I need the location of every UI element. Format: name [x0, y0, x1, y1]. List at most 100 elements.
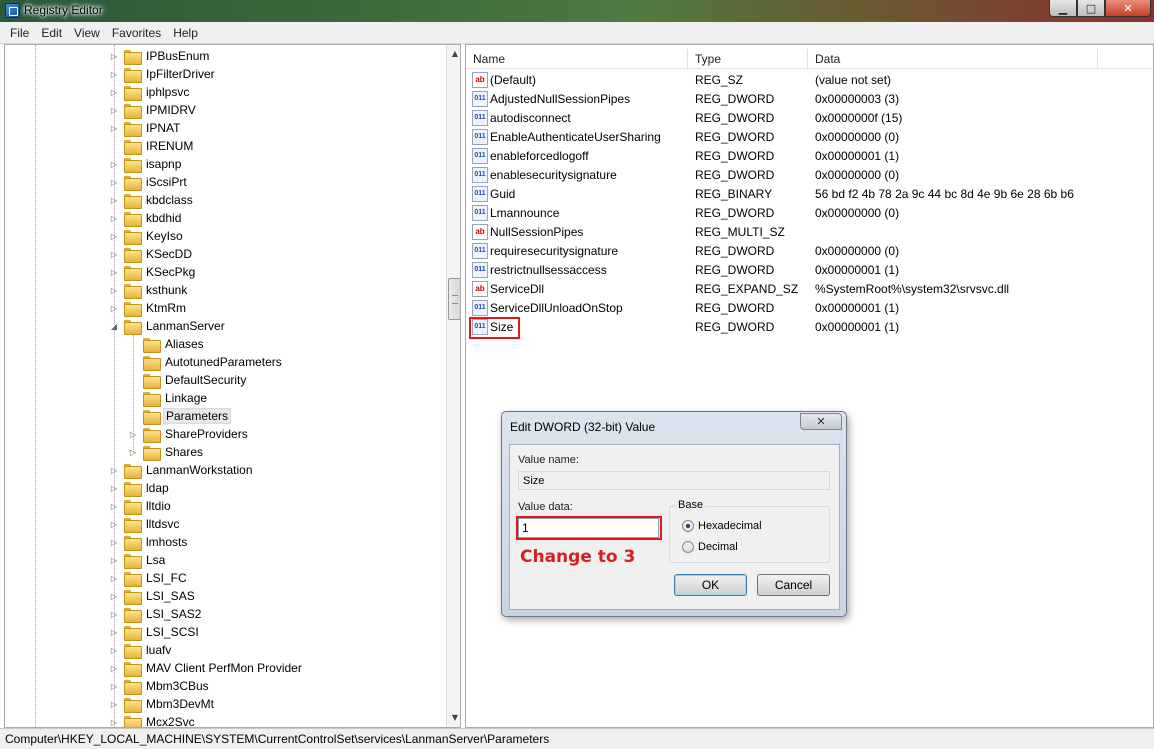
value-row[interactable]: 011 ServiceDllUnloadOnStop REG_DWORD 0x0000… — [466, 299, 1153, 318]
tree-item[interactable]: ▷ kbdhid — [109, 209, 183, 227]
tree-item[interactable]: ▷ iScsiPrt — [109, 173, 189, 191]
tree-item[interactable]: ▷ LSI_FC — [109, 569, 189, 587]
tree-item[interactable]: ▷ isapnp — [109, 155, 183, 173]
expand-arrow-icon[interactable]: ▷ — [109, 609, 119, 619]
tree-item[interactable]: Parameters — [128, 407, 232, 425]
tree-item[interactable]: Aliases — [128, 335, 206, 353]
expand-arrow-icon[interactable]: ▷ — [109, 231, 119, 241]
tree-item[interactable]: ▷ lmhosts — [109, 533, 189, 551]
menu-favorites[interactable]: Favorites — [106, 26, 167, 40]
tree-item[interactable]: ▷ Shares — [128, 443, 205, 461]
expand-arrow-icon[interactable]: ▷ — [109, 105, 119, 115]
tree-item[interactable]: ▷ kbdclass — [109, 191, 195, 209]
value-row[interactable]: 011 Guid REG_BINARY 56 bd f2 4b 78 2a 9c 44… — [466, 185, 1153, 204]
expand-arrow-icon[interactable]: ▷ — [109, 573, 119, 583]
menu-edit[interactable]: Edit — [35, 26, 68, 40]
menu-file[interactable]: File — [4, 26, 35, 40]
tree-item[interactable]: ▷ LSI_SCSI — [109, 623, 201, 641]
tree-item[interactable]: ▷ lltdsvc — [109, 515, 181, 533]
tree-item[interactable]: ▷ ksthunk — [109, 281, 189, 299]
tree-item[interactable]: ▷ KeyIso — [109, 227, 185, 245]
column-header-name[interactable]: Name — [466, 49, 688, 69]
expand-arrow-icon[interactable]: ▷ — [109, 87, 119, 97]
expand-arrow-icon[interactable]: ▷ — [109, 501, 119, 511]
expand-arrow-icon[interactable]: ▷ — [109, 555, 119, 565]
expand-arrow-icon[interactable]: ▷ — [109, 681, 119, 691]
tree-item[interactable]: ◢ LanmanServer — [109, 317, 227, 335]
expand-arrow-icon[interactable]: ▷ — [128, 429, 138, 439]
expand-arrow-icon[interactable]: ▷ — [109, 249, 119, 259]
expand-arrow-icon[interactable]: ▷ — [109, 465, 119, 475]
minimize-button[interactable]: ▁ — [1049, 0, 1077, 17]
value-row[interactable]: 011 AdjustedNullSessionPipes REG_DWORD 0x00… — [466, 90, 1153, 109]
tree-item[interactable]: ▷ luafv — [109, 641, 173, 659]
expand-arrow-icon[interactable]: ▷ — [109, 699, 119, 709]
radio-hexadecimal[interactable]: Hexadecimal — [682, 518, 842, 534]
tree-item[interactable]: AutotunedParameters — [128, 353, 284, 371]
value-row[interactable]: 011 autodisconnect REG_DWORD 0x0000000f (15… — [466, 109, 1153, 128]
tree-item[interactable]: ▷ LSI_SAS — [109, 587, 197, 605]
scroll-down-arrow-icon[interactable]: ▼ — [447, 709, 460, 725]
tree-item[interactable]: ▷ Mbm3DevMt — [109, 695, 216, 713]
tree-vertical-scrollbar[interactable]: ▲ ▼ — [446, 45, 460, 727]
tree-item[interactable]: IRENUM — [109, 137, 195, 155]
value-row[interactable]: 011 requiresecuritysignature REG_DWORD 0x00… — [466, 242, 1153, 261]
column-header-type[interactable]: Type — [688, 49, 808, 69]
tree-item[interactable]: ▷ ShareProviders — [128, 425, 250, 443]
tree-item[interactable]: ▷ Mbm3CBus — [109, 677, 211, 695]
column-header-data[interactable]: Data — [808, 49, 1098, 69]
value-row[interactable]: ab (Default) REG_SZ (value not set) — [466, 71, 1153, 90]
expand-arrow-icon[interactable]: ▷ — [109, 627, 119, 637]
tree-item[interactable]: ▷ KSecPkg — [109, 263, 197, 281]
menu-help[interactable]: Help — [167, 26, 204, 40]
expand-arrow-icon[interactable]: ▷ — [109, 213, 119, 223]
tree-item[interactable]: ▷ LSI_SAS2 — [109, 605, 203, 623]
tree-item[interactable]: ▷ Lsa — [109, 551, 167, 569]
expand-arrow-icon[interactable]: ▷ — [109, 69, 119, 79]
tree-item[interactable]: Linkage — [128, 389, 209, 407]
tree-item[interactable]: ▷ iphlpsvc — [109, 83, 191, 101]
expand-arrow-icon[interactable]: ▷ — [109, 663, 119, 673]
cancel-button[interactable]: Cancel — [757, 574, 830, 596]
value-row[interactable]: 011 Size REG_DWORD 0x00000001 (1) — [466, 318, 1153, 337]
expand-arrow-icon[interactable]: ▷ — [109, 717, 119, 727]
expand-arrow-icon[interactable]: ▷ — [109, 645, 119, 655]
value-row[interactable]: 011 enableforcedlogoff REG_DWORD 0x00000001… — [466, 147, 1153, 166]
dialog-close-button[interactable]: ✕ — [800, 413, 842, 430]
tree-item[interactable]: ▷ IPNAT — [109, 119, 182, 137]
expand-arrow-icon[interactable]: ▷ — [109, 159, 119, 169]
radio-decimal[interactable]: Decimal — [682, 539, 842, 555]
tree-item[interactable]: DefaultSecurity — [128, 371, 248, 389]
tree-item[interactable]: ▷ LanmanWorkstation — [109, 461, 255, 479]
expanded-arrow-icon[interactable]: ◢ — [109, 321, 119, 331]
tree-item[interactable]: ▷ IpFilterDriver — [109, 65, 217, 83]
expand-arrow-icon[interactable]: ▷ — [109, 483, 119, 493]
tree-item[interactable]: ▷ ldap — [109, 479, 171, 497]
tree-item[interactable]: ▷ Mcx2Svc — [109, 713, 197, 727]
menu-view[interactable]: View — [68, 26, 106, 40]
tree-item[interactable]: ▷ KtmRm — [109, 299, 188, 317]
expand-arrow-icon[interactable]: ▷ — [109, 519, 119, 529]
tree-item[interactable]: ▷ IPBusEnum — [109, 47, 211, 65]
tree-item[interactable]: ▷ MAV Client PerfMon Provider — [109, 659, 304, 677]
value-row[interactable]: 011 enablesecuritysignature REG_DWORD 0x000… — [466, 166, 1153, 185]
ok-button[interactable]: OK — [674, 574, 747, 596]
value-row[interactable]: 011 restrictnullsessaccess REG_DWORD 0x0000… — [466, 261, 1153, 280]
tree-item[interactable]: ▷ lltdio — [109, 497, 173, 515]
expand-arrow-icon[interactable]: ▷ — [109, 51, 119, 61]
tree-item[interactable]: ▷ IPMIDRV — [109, 101, 198, 119]
expand-arrow-icon[interactable]: ▷ — [109, 267, 119, 277]
value-row[interactable]: ab NullSessionPipes REG_MULTI_SZ — [466, 223, 1153, 242]
value-row[interactable]: ab ServiceDll REG_EXPAND_SZ %SystemRoot%\sy… — [466, 280, 1153, 299]
expand-arrow-icon[interactable]: ▷ — [109, 195, 119, 205]
expand-arrow-icon[interactable]: ▷ — [109, 303, 119, 313]
registry-key-tree[interactable]: ▷ IPBusEnum ▷ IpFilterDriver ▷ iphlpsvc ▷ IPMID… — [4, 44, 461, 728]
scrollbar-thumb[interactable] — [448, 278, 460, 320]
value-row[interactable]: 011 EnableAuthenticateUserSharing REG_DWOR… — [466, 128, 1153, 147]
close-button[interactable]: ✕ — [1105, 0, 1151, 17]
expand-arrow-icon[interactable]: ▷ — [109, 285, 119, 295]
scroll-up-arrow-icon[interactable]: ▲ — [447, 45, 460, 61]
expand-arrow-icon[interactable]: ▷ — [109, 123, 119, 133]
value-row[interactable]: 011 Lmannounce REG_DWORD 0x00000000 (0) — [466, 204, 1153, 223]
maximize-button[interactable]: □ — [1077, 0, 1105, 17]
